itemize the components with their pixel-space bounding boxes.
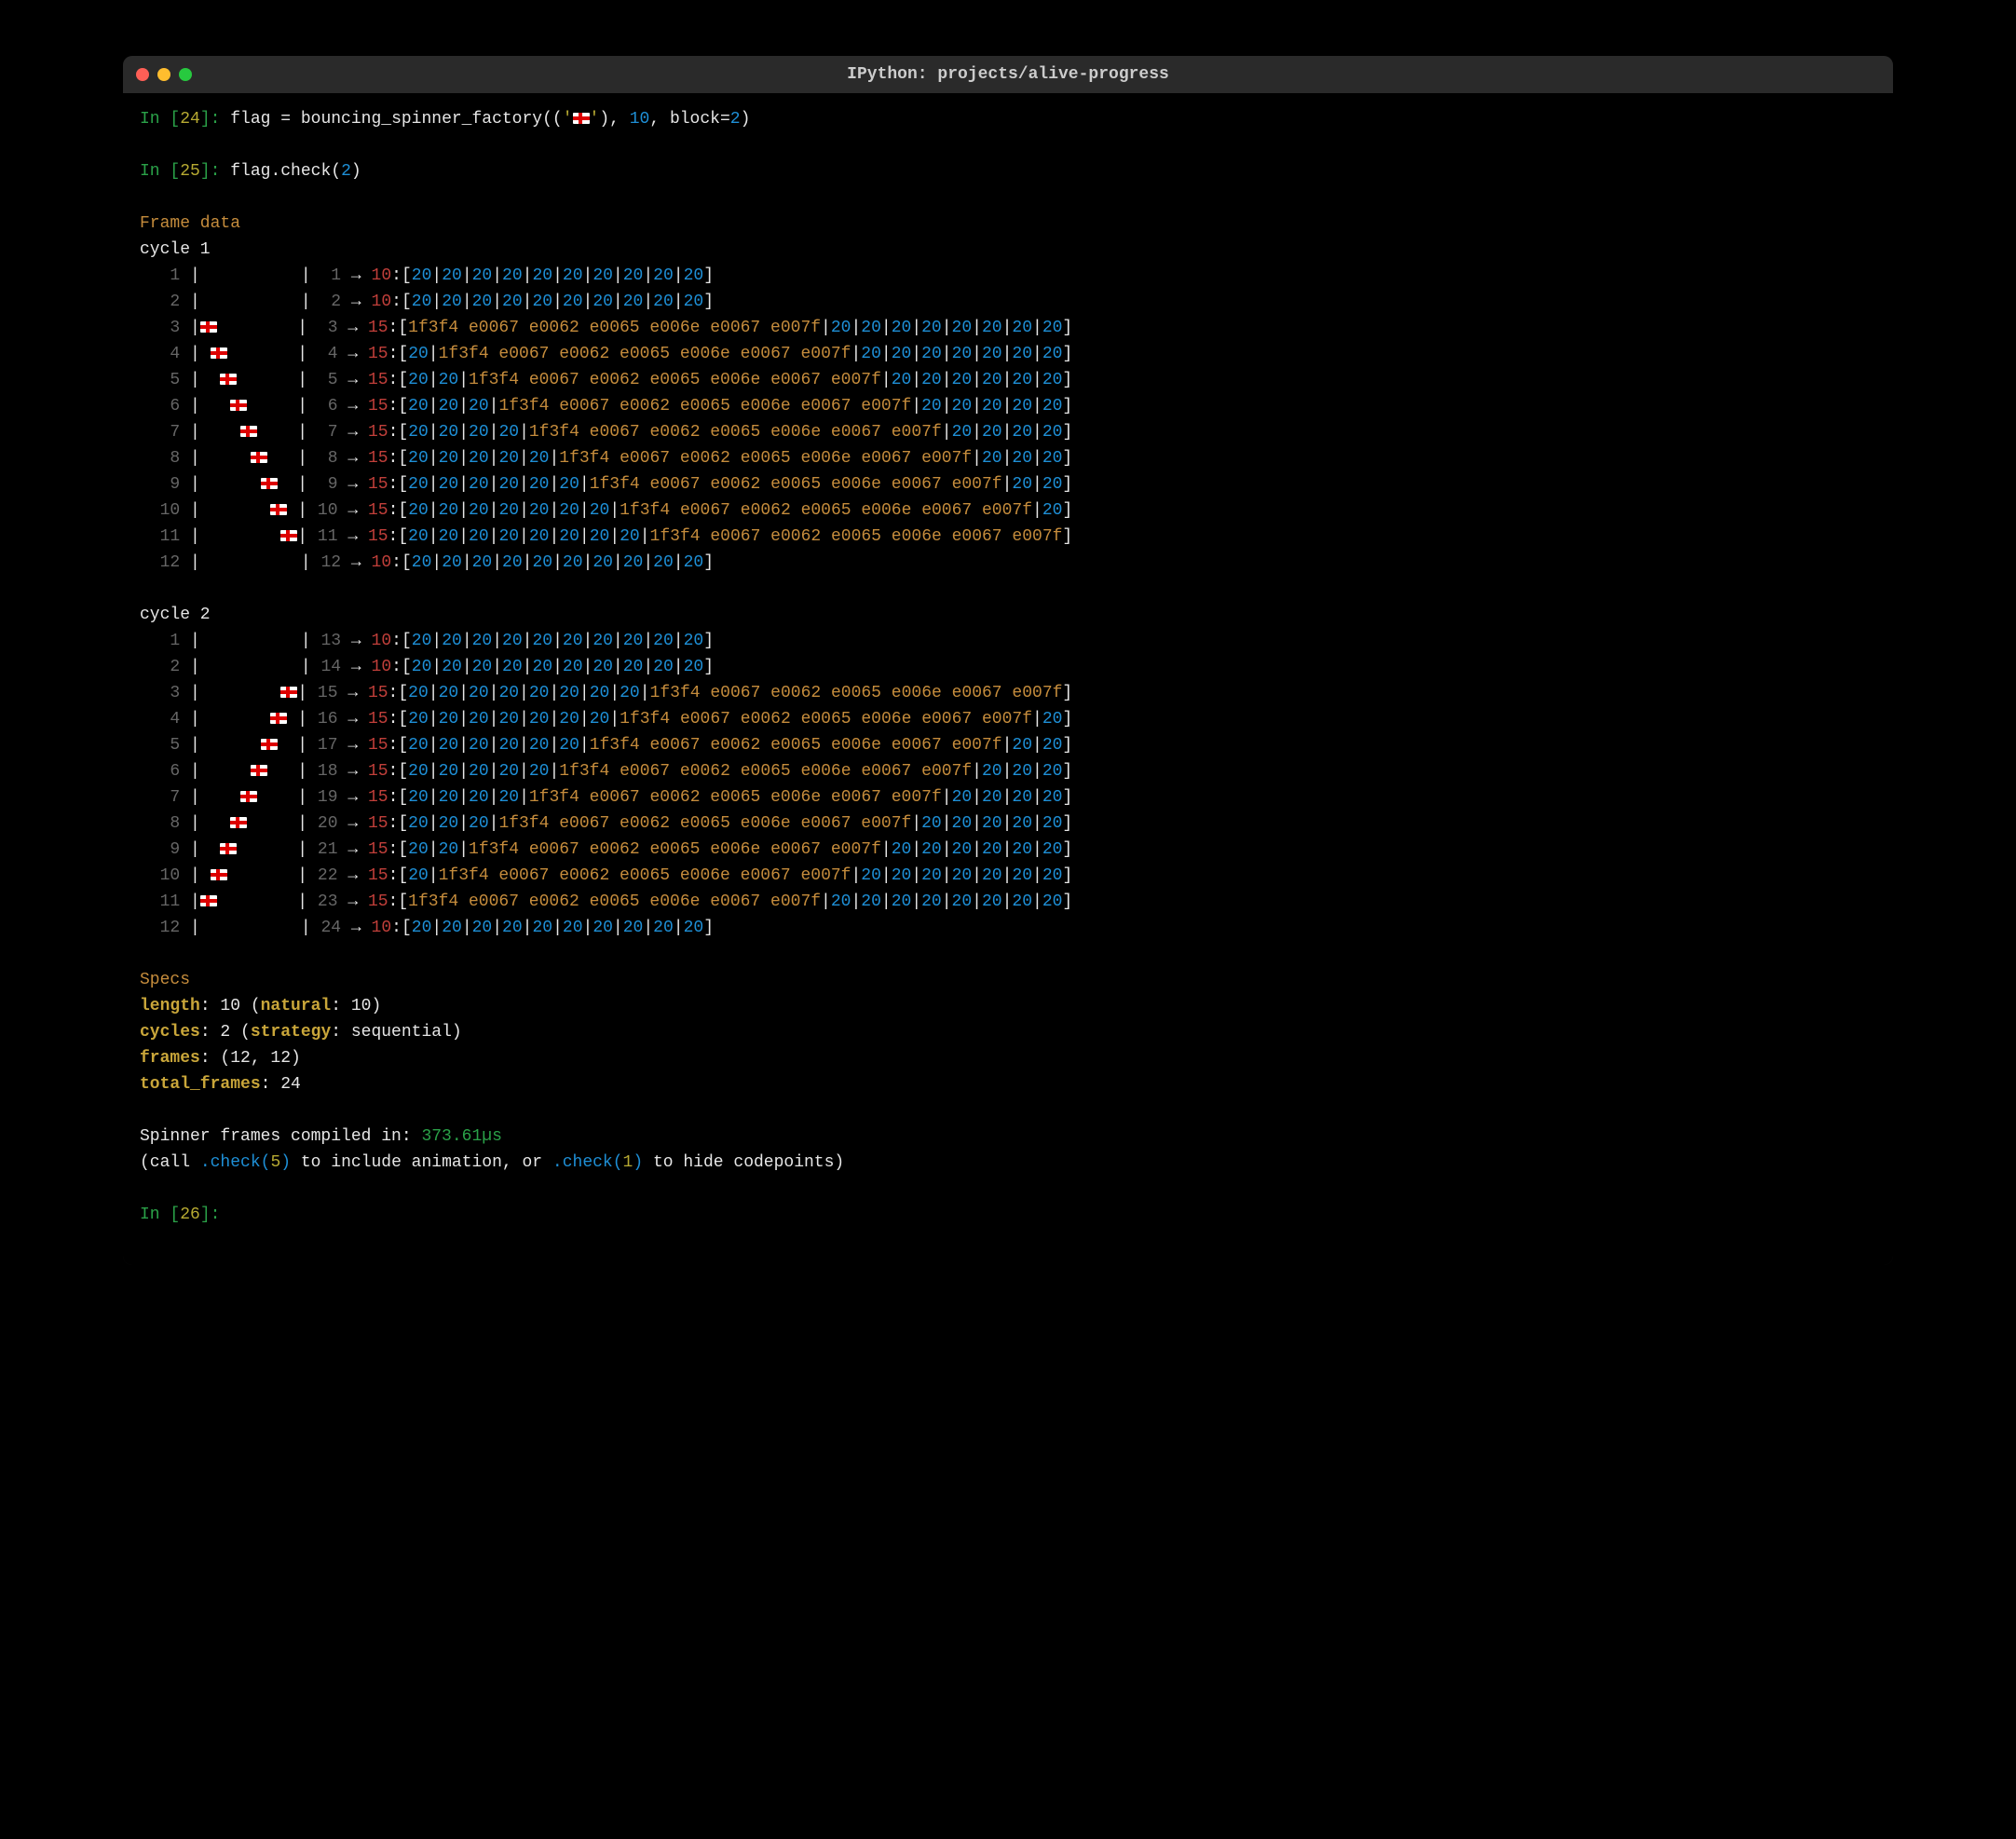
england-flag-icon — [211, 869, 227, 880]
england-flag-icon — [261, 739, 278, 750]
england-flag-icon — [280, 687, 297, 698]
england-flag-icon — [200, 321, 217, 333]
england-flag-icon — [230, 817, 247, 828]
terminal-window: IPython: projects/alive-progress In [24]… — [123, 56, 1893, 1265]
england-flag-icon — [220, 843, 237, 854]
titlebar: IPython: projects/alive-progress — [123, 56, 1893, 93]
england-flag-icon — [230, 400, 247, 411]
terminal-output[interactable]: In [24]: flag = bouncing_spinner_factory… — [123, 93, 1893, 1265]
england-flag-icon — [270, 504, 287, 515]
england-flag-icon — [220, 374, 237, 385]
england-flag-icon — [251, 452, 267, 463]
england-flag-icon — [270, 713, 287, 724]
window-title: IPython: projects/alive-progress — [123, 65, 1893, 84]
england-flag-icon — [280, 530, 297, 541]
england-flag-icon — [251, 765, 267, 776]
england-flag-icon — [573, 113, 590, 124]
england-flag-icon — [240, 791, 257, 802]
england-flag-icon — [200, 895, 217, 906]
england-flag-icon — [240, 426, 257, 437]
england-flag-icon — [261, 478, 278, 489]
england-flag-icon — [211, 347, 227, 359]
